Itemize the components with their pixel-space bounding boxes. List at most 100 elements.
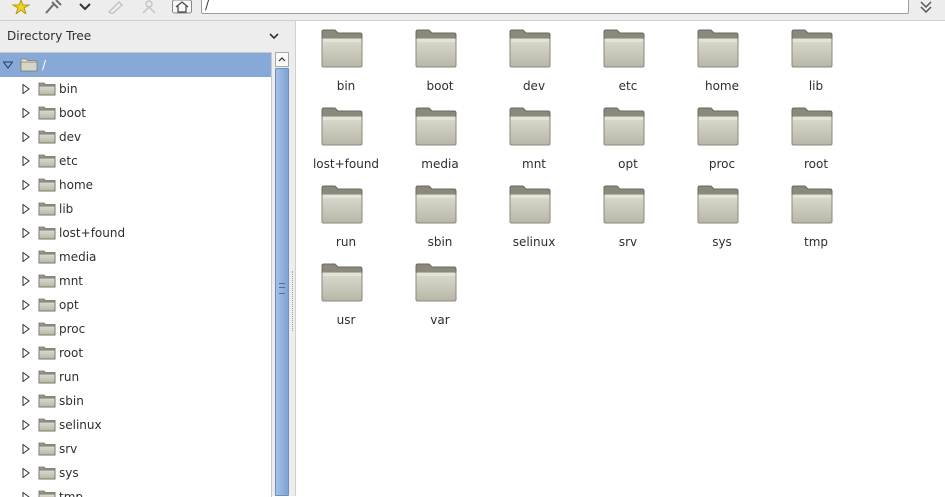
- folder-item[interactable]: opt: [578, 99, 668, 177]
- expander-closed-icon[interactable]: [21, 84, 31, 94]
- tree-item-label: etc: [59, 154, 78, 168]
- tree-item-label: sys: [59, 466, 79, 480]
- tools-icon[interactable]: [44, 0, 62, 14]
- tree-item[interactable]: root: [0, 341, 271, 365]
- expander-closed-icon[interactable]: [21, 300, 31, 310]
- folder-icon: [38, 106, 56, 120]
- tree-item[interactable]: etc: [0, 149, 271, 173]
- directory-tree-header[interactable]: Directory Tree: [0, 21, 290, 51]
- folder-item[interactable]: tmp: [766, 177, 856, 255]
- edit-icon[interactable]: [107, 0, 125, 14]
- folder-view[interactable]: bin boot dev etc home lib lost+found media mnt op…: [296, 21, 945, 496]
- tree-item[interactable]: selinux: [0, 413, 271, 437]
- expander-closed-icon[interactable]: [21, 204, 31, 214]
- tree-item[interactable]: dev: [0, 125, 271, 149]
- expander-closed-icon[interactable]: [21, 444, 31, 454]
- folder-item-label: mnt: [522, 157, 546, 171]
- network-icon[interactable]: [140, 0, 158, 14]
- folder-item[interactable]: run: [296, 177, 386, 255]
- folder-item-label: srv: [618, 235, 638, 249]
- tree-item[interactable]: sys: [0, 461, 271, 485]
- folder-icon: [38, 202, 56, 216]
- folder-item[interactable]: mnt: [484, 99, 574, 177]
- expander-closed-icon[interactable]: [21, 132, 31, 142]
- folder-item[interactable]: lost+found: [296, 99, 386, 177]
- tree-item[interactable]: boot: [0, 101, 271, 125]
- tree-item-label: bin: [59, 82, 78, 96]
- folder-item[interactable]: var: [390, 255, 480, 333]
- go-icon[interactable]: [916, 0, 936, 14]
- folder-icon: [603, 185, 645, 224]
- expander-open-icon[interactable]: [3, 60, 13, 70]
- tree-item[interactable]: sbin: [0, 389, 271, 413]
- expander-closed-icon[interactable]: [21, 156, 31, 166]
- tree-item-label: media: [59, 250, 97, 264]
- folder-icon: [509, 185, 551, 224]
- folder-icon: [697, 185, 739, 224]
- folder-item[interactable]: boot: [390, 21, 480, 99]
- expander-closed-icon[interactable]: [21, 396, 31, 406]
- location-input[interactable]: /: [201, 0, 909, 14]
- folder-item-label: proc: [708, 157, 736, 171]
- folder-icon: [791, 107, 833, 146]
- folder-item[interactable]: sys: [672, 177, 762, 255]
- expander-closed-icon[interactable]: [21, 108, 31, 118]
- folder-item[interactable]: proc: [672, 99, 762, 177]
- scroll-thumb[interactable]: [275, 68, 289, 496]
- tree-item[interactable]: proc: [0, 317, 271, 341]
- expander-closed-icon[interactable]: [21, 492, 31, 497]
- chevron-down-icon[interactable]: [268, 31, 280, 41]
- expander-closed-icon[interactable]: [21, 252, 31, 262]
- folder-item-label: usr: [336, 313, 356, 327]
- tree-root-row[interactable]: /: [0, 53, 271, 77]
- tree-item[interactable]: tmp: [0, 485, 271, 497]
- tree-item[interactable]: run: [0, 365, 271, 389]
- tree-item[interactable]: srv: [0, 437, 271, 461]
- directory-tree-pane: Directory Tree / bin boot dev etc home lib los…: [0, 21, 290, 497]
- tree-item-label: lost+found: [59, 226, 126, 240]
- tree-item[interactable]: mnt: [0, 269, 271, 293]
- folder-item-label: tmp: [803, 235, 828, 249]
- folder-icon: [415, 29, 457, 68]
- tree-item[interactable]: bin: [0, 77, 271, 101]
- tree-item-label: proc: [59, 322, 86, 336]
- directory-tree[interactable]: / bin boot dev etc home lib lost+found media mnt…: [0, 52, 272, 497]
- expander-closed-icon[interactable]: [21, 228, 31, 238]
- tree-scrollbar[interactable]: [272, 52, 290, 496]
- tree-item-label: srv: [59, 442, 78, 456]
- scroll-up-button[interactable]: [275, 52, 289, 67]
- tree-item[interactable]: lost+found: [0, 221, 271, 245]
- bookmark-star-icon[interactable]: [12, 0, 30, 14]
- folder-item[interactable]: sbin: [390, 177, 480, 255]
- tree-item[interactable]: home: [0, 173, 271, 197]
- expander-closed-icon[interactable]: [21, 180, 31, 190]
- folder-icon: [321, 29, 363, 68]
- folder-item-label: sbin: [427, 235, 453, 249]
- directory-tree-title: Directory Tree: [7, 29, 92, 43]
- folder-item[interactable]: usr: [296, 255, 386, 333]
- folder-item[interactable]: dev: [484, 21, 574, 99]
- tree-item[interactable]: media: [0, 245, 271, 269]
- folder-item[interactable]: media: [390, 99, 480, 177]
- folder-item-label: opt: [618, 157, 638, 171]
- expander-closed-icon[interactable]: [21, 276, 31, 286]
- folder-item[interactable]: etc: [578, 21, 668, 99]
- expander-closed-icon[interactable]: [21, 372, 31, 382]
- expander-closed-icon[interactable]: [21, 468, 31, 478]
- home-icon[interactable]: [172, 0, 192, 14]
- folder-item[interactable]: home: [672, 21, 762, 99]
- folder-item[interactable]: selinux: [484, 177, 574, 255]
- folder-item-label: bin: [336, 79, 356, 93]
- chevron-up-icon: [278, 57, 286, 62]
- expander-closed-icon[interactable]: [21, 324, 31, 334]
- folder-item[interactable]: root: [766, 99, 856, 177]
- folder-item[interactable]: srv: [578, 177, 668, 255]
- tree-item[interactable]: lib: [0, 197, 271, 221]
- scroll-grip: [279, 283, 285, 294]
- tree-item[interactable]: opt: [0, 293, 271, 317]
- folder-item[interactable]: bin: [296, 21, 386, 99]
- expander-closed-icon[interactable]: [21, 348, 31, 358]
- folder-item[interactable]: lib: [766, 21, 856, 99]
- expander-closed-icon[interactable]: [21, 420, 31, 430]
- dropdown-icon[interactable]: [76, 0, 94, 14]
